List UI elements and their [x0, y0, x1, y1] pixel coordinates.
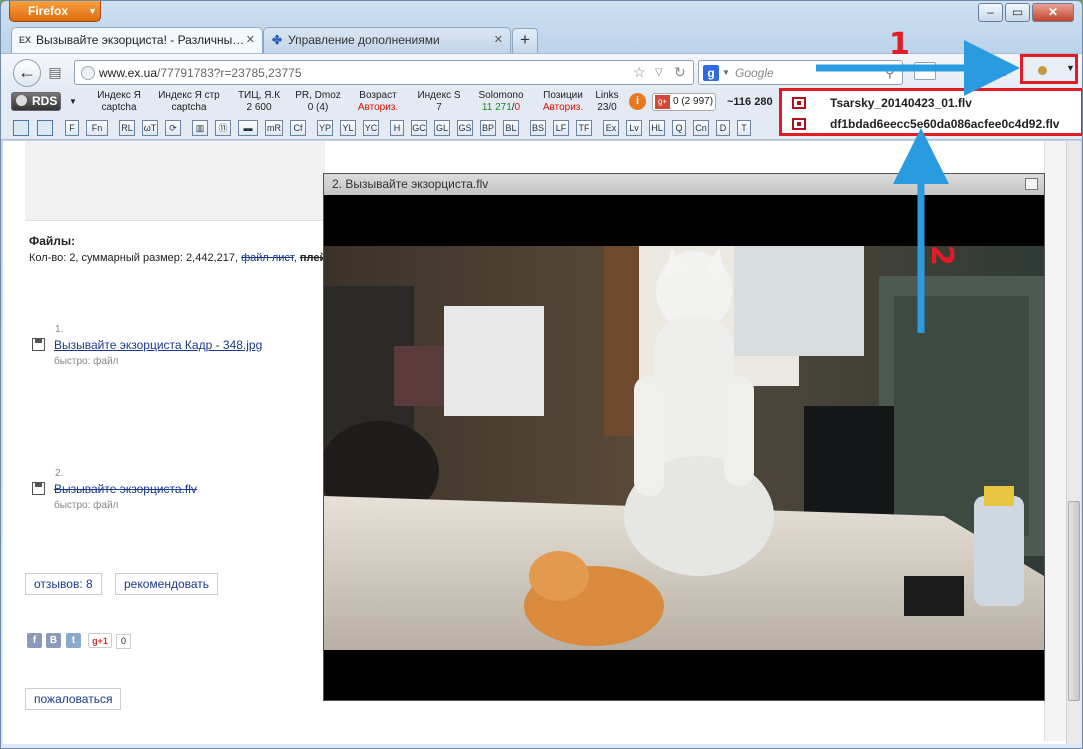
annotation-number-1: 1: [889, 27, 910, 62]
browser-window: Firefox ▼ – ▭ ✕ EX Вызывайте экзорциста! …: [0, 0, 1083, 749]
annotation-arrows: [816, 40, 1020, 333]
annotation-number-2: 2: [924, 245, 959, 266]
